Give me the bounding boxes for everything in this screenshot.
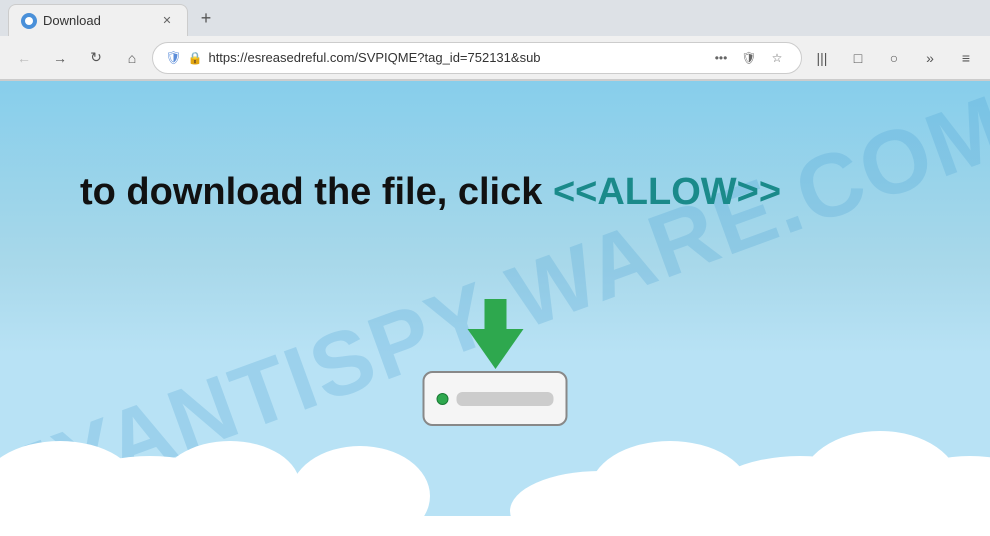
tab-title: Download: [43, 13, 153, 28]
download-icon-container: [423, 347, 568, 426]
toolbar-right: ||| □ ○ » ≡: [806, 42, 982, 74]
bookmark-button[interactable]: ☆: [765, 46, 789, 70]
url-display: https://esreasedreful.com/SVPIQME?tag_id…: [208, 50, 703, 65]
arrow-wrapper: [467, 347, 523, 369]
library-button[interactable]: |||: [806, 42, 838, 74]
extensions-button[interactable]: »: [914, 42, 946, 74]
browser-chrome: Download ✕ + ← → ↻ ⌂ 🛡 🔒 https://esrease…: [0, 0, 990, 81]
menu-button[interactable]: ≡: [950, 42, 982, 74]
navigation-bar: ← → ↻ ⌂ 🛡 🔒 https://esreasedreful.com/SV…: [0, 36, 990, 80]
reload-button[interactable]: ↻: [80, 42, 112, 74]
shield-right-icon[interactable]: 🛡: [737, 46, 761, 70]
main-text-allow: <<ALLOW>>: [553, 171, 781, 213]
back-button[interactable]: ←: [8, 42, 40, 74]
address-bar[interactable]: 🛡 🔒 https://esreasedreful.com/SVPIQME?ta…: [152, 42, 802, 74]
arrow-stem: [484, 299, 506, 329]
more-options-button[interactable]: •••: [709, 46, 733, 70]
tab-favicon-icon: [21, 13, 37, 29]
new-tab-button[interactable]: +: [192, 4, 220, 32]
tab-close-button[interactable]: ✕: [159, 13, 175, 29]
home-button[interactable]: ⌂: [116, 42, 148, 74]
tab-bar: Download ✕ +: [0, 0, 990, 36]
main-message: to download the file, click <<ALLOW>>: [0, 171, 990, 214]
active-tab[interactable]: Download ✕: [8, 4, 188, 36]
address-bar-actions: ••• 🛡 ☆: [709, 46, 789, 70]
hard-disk-icon: [423, 371, 568, 426]
containers-button[interactable]: □: [842, 42, 874, 74]
arrow-down-icon: [467, 329, 523, 369]
hdd-slot: [457, 392, 554, 406]
forward-button[interactable]: →: [44, 42, 76, 74]
main-text-black: to download the file, click: [80, 171, 553, 213]
hdd-led-indicator: [437, 393, 449, 405]
lock-icon: 🔒: [188, 51, 203, 65]
page-content: MYANTISPY WARE.COM to download the file,…: [0, 81, 990, 536]
account-button[interactable]: ○: [878, 42, 910, 74]
shield-icon: 🛡: [165, 50, 182, 66]
